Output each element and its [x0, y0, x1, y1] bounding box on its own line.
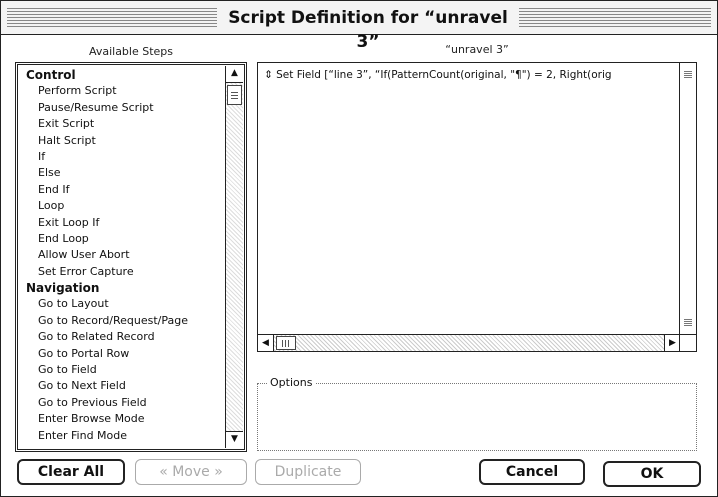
- step-list-item[interactable]: Go to Record/Request/Page: [20, 313, 225, 329]
- horizontal-scroll-thumb[interactable]: [276, 336, 296, 350]
- script-steps-list[interactable]: ⇕ Set Field [“line 3”, “If(PatternCount(…: [257, 62, 697, 352]
- scroll-thumb[interactable]: [227, 85, 242, 105]
- step-category-heading[interactable]: Navigation: [20, 280, 225, 296]
- step-list-item[interactable]: Exit Script: [20, 116, 225, 132]
- step-category-heading[interactable]: Control: [20, 67, 225, 83]
- step-list-item[interactable]: Else: [20, 165, 225, 181]
- step-list-item[interactable]: Go to Next Field: [20, 378, 225, 394]
- script-vertical-scrollbar[interactable]: [679, 63, 696, 335]
- step-list-item[interactable]: Set Error Capture: [20, 264, 225, 280]
- step-list-item[interactable]: Go to Related Record: [20, 329, 225, 345]
- script-horizontal-scrollbar[interactable]: ◀ ▶: [258, 334, 680, 351]
- step-list-item[interactable]: End Loop: [20, 231, 225, 247]
- step-list-item[interactable]: Go to Field: [20, 362, 225, 378]
- step-list-item[interactable]: Allow User Abort: [20, 247, 225, 263]
- step-list-item[interactable]: Go to Layout: [20, 296, 225, 312]
- available-steps-list[interactable]: Control Perform Script Pause/Resume Script…: [15, 62, 247, 452]
- scroll-right-arrow-icon[interactable]: ▶: [664, 335, 680, 351]
- step-list-item[interactable]: Exit Loop If: [20, 215, 225, 231]
- step-list-item[interactable]: Enter Browse Mode: [20, 411, 225, 427]
- script-name-caption: “unravel 3”: [445, 43, 509, 56]
- step-list-item[interactable]: Go to Portal Row: [20, 346, 225, 362]
- options-panel: [257, 383, 697, 451]
- scroll-up-arrow-icon[interactable]: ▲: [226, 66, 243, 83]
- scroll-grip-icon: [684, 71, 692, 79]
- script-step-line[interactable]: ⇕ Set Field [“line 3”, “If(PatternCount(…: [264, 69, 674, 81]
- scrollbar-corner: [679, 334, 696, 351]
- step-list-item[interactable]: Pause/Resume Script: [20, 100, 225, 116]
- options-label: Options: [267, 376, 316, 389]
- scroll-grip-icon: [684, 319, 692, 327]
- title-bar-stripes-left: [7, 8, 217, 28]
- clear-all-button[interactable]: Clear All: [17, 459, 125, 485]
- step-list-item[interactable]: Halt Script: [20, 133, 225, 149]
- move-button[interactable]: « Move »: [135, 459, 247, 485]
- script-definition-window: Script Definition for “unravel 3” Availa…: [0, 0, 718, 497]
- step-list-item[interactable]: Loop: [20, 198, 225, 214]
- available-steps-caption: Available Steps: [88, 45, 174, 58]
- ok-button[interactable]: OK: [603, 461, 701, 487]
- scroll-left-arrow-icon[interactable]: ◀: [258, 335, 274, 351]
- step-list-item[interactable]: If: [20, 149, 225, 165]
- title-bar[interactable]: Script Definition for “unravel 3”: [1, 1, 717, 52]
- window-title: Script Definition for “unravel 3”: [217, 6, 519, 52]
- title-bar-stripes-right: [519, 8, 711, 28]
- steps-scrollbar[interactable]: ▲ ▼: [225, 66, 243, 448]
- step-list-item[interactable]: Enter Find Mode: [20, 428, 225, 444]
- duplicate-button[interactable]: Duplicate: [255, 459, 361, 485]
- step-list-item[interactable]: Perform Script: [20, 83, 225, 99]
- step-list-item[interactable]: Go to Previous Field: [20, 395, 225, 411]
- cancel-button[interactable]: Cancel: [479, 459, 585, 485]
- step-list-item[interactable]: End If: [20, 182, 225, 198]
- steps-list-items: Control Perform Script Pause/Resume Script…: [20, 67, 225, 447]
- scroll-down-arrow-icon[interactable]: ▼: [226, 431, 243, 448]
